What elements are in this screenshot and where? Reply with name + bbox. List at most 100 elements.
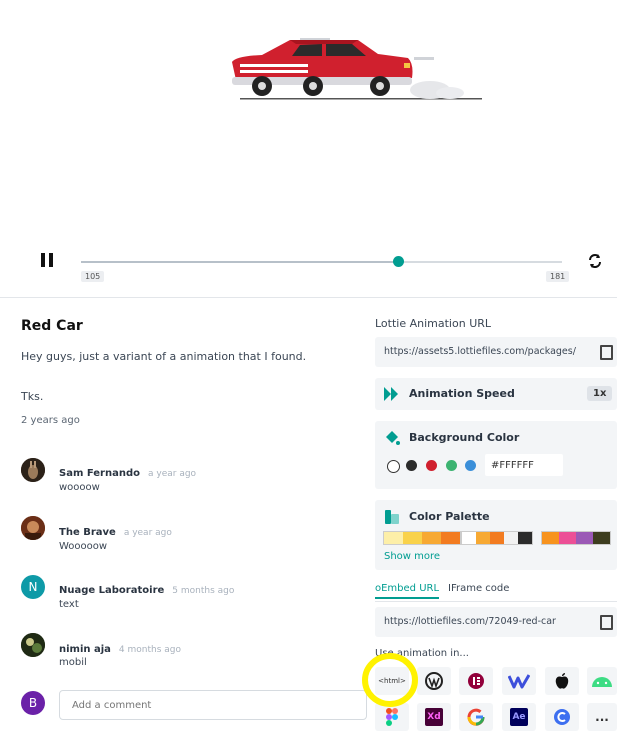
palette-color [490, 532, 504, 544]
palette-color [504, 532, 518, 544]
comment-text: woooow [59, 482, 100, 493]
seek-track[interactable] [81, 256, 562, 267]
comment-author[interactable]: nimin aja [59, 644, 111, 655]
palette-color [542, 532, 559, 544]
palette-color [422, 532, 441, 544]
copy-icon[interactable] [600, 615, 613, 630]
bg-swatch-blue[interactable] [465, 460, 476, 471]
elementor-icon [468, 673, 484, 689]
elementor-button[interactable] [459, 667, 493, 695]
adobe-xd-icon: Xd [425, 708, 443, 726]
animation-speed-panel[interactable]: Animation Speed 1x [375, 378, 617, 410]
palette-color [576, 532, 593, 544]
speed-label: Animation Speed [409, 387, 515, 400]
copy-icon[interactable] [600, 345, 613, 360]
lottie-creator-icon [554, 709, 570, 725]
show-more-link[interactable]: Show more [384, 551, 440, 562]
animation-description-2: Tks. [21, 390, 44, 403]
paint-bucket-icon [386, 431, 400, 445]
comment-text: mobil [59, 657, 87, 668]
speed-badge[interactable]: 1x [587, 386, 613, 401]
android-button[interactable] [587, 667, 617, 695]
embed-url-field[interactable]: https://lottiefiles.com/72049-red-car [375, 607, 617, 637]
fast-forward-icon [384, 387, 398, 401]
comment-author[interactable]: The Brave [59, 527, 116, 538]
palette-color [518, 532, 532, 544]
bg-swatch-green[interactable] [446, 460, 457, 471]
frame-end-label: 181 [546, 271, 570, 282]
palette-color [593, 532, 610, 544]
avatar-image [21, 516, 45, 540]
android-icon [592, 677, 612, 687]
animation-description: Hey guys, just a variant of a animation … [21, 350, 307, 363]
palette-label: Color Palette [409, 510, 490, 523]
loop-icon [589, 254, 601, 268]
comment-input[interactable] [59, 690, 367, 720]
posted-time: 2 years ago [21, 415, 80, 426]
bg-swatch-black[interactable] [406, 460, 417, 471]
apple-button[interactable] [545, 667, 579, 695]
bg-swatch-red[interactable] [426, 460, 437, 471]
palette-icon [385, 510, 399, 524]
comment-text: Wooooow [59, 541, 108, 552]
comment-header: The Brave a year ago [59, 520, 172, 539]
webflow-icon [508, 674, 530, 689]
comment-author[interactable]: Sam Fernando [59, 468, 140, 479]
adobe-xd-button[interactable]: Xd [417, 703, 451, 731]
highlight-annotation [362, 653, 418, 707]
seek-thumb[interactable] [393, 256, 405, 267]
more-integrations-button[interactable]: ... [587, 703, 617, 731]
avatar[interactable] [21, 516, 45, 540]
avatar[interactable] [21, 458, 45, 482]
comment-time: a year ago [148, 469, 197, 479]
comment-time: 4 months ago [118, 645, 182, 655]
avatar[interactable] [21, 633, 45, 657]
palette-group-3[interactable] [541, 531, 611, 545]
comment-header: Sam Fernando a year ago [59, 461, 196, 480]
palette-color [462, 532, 476, 544]
red-car-illustration [232, 38, 482, 100]
more-icon: ... [595, 710, 609, 724]
url-field[interactable]: https://assets5.lottiefiles.com/packages… [375, 337, 617, 367]
webflow-button[interactable] [502, 667, 536, 695]
current-user-avatar: B [21, 691, 45, 715]
avatar-image [21, 458, 45, 482]
avatar-initial: N [28, 580, 38, 594]
avatar[interactable]: N [21, 575, 45, 599]
apple-icon [555, 673, 569, 689]
loop-button[interactable] [586, 252, 604, 270]
comment-time: 5 months ago [172, 586, 235, 596]
comment-text: text [59, 599, 79, 610]
google-button[interactable] [459, 703, 493, 731]
palette-color [559, 532, 576, 544]
tab-divider [375, 601, 617, 602]
comment-author[interactable]: Nuage Laboratoire [59, 585, 164, 596]
tab-iframe-code[interactable]: IFrame code [448, 583, 509, 594]
palette-color [403, 532, 422, 544]
tab-oembed-url[interactable]: oEmbed URL [375, 583, 440, 599]
url-value: https://assets5.lottiefiles.com/packages… [384, 346, 576, 357]
comment-time: a year ago [123, 528, 172, 538]
wordpress-icon [425, 672, 443, 690]
palette-group-1[interactable] [383, 531, 461, 545]
pause-icon [41, 253, 45, 267]
pause-icon-bar [49, 253, 53, 267]
lottie-creator-button[interactable] [545, 703, 579, 731]
figma-icon [386, 708, 398, 726]
after-effects-button[interactable]: Ae [502, 703, 536, 731]
animation-title: Red Car [21, 318, 83, 334]
palette-color [476, 532, 490, 544]
palette-color [384, 532, 403, 544]
palette-group-2[interactable] [461, 531, 533, 545]
pause-button[interactable] [40, 252, 56, 268]
google-icon [467, 708, 485, 726]
comment-header: Nuage Laboratoire 5 months ago [59, 578, 234, 597]
seek-progress [81, 261, 399, 263]
bg-color-input[interactable] [485, 454, 563, 476]
avatar-initial: B [28, 696, 38, 710]
url-label: Lottie Animation URL [375, 317, 492, 330]
bg-swatch-white[interactable] [387, 460, 400, 473]
divider [0, 297, 617, 298]
embed-url-value: https://lottiefiles.com/72049-red-car [384, 616, 556, 627]
wordpress-button[interactable] [417, 667, 451, 695]
